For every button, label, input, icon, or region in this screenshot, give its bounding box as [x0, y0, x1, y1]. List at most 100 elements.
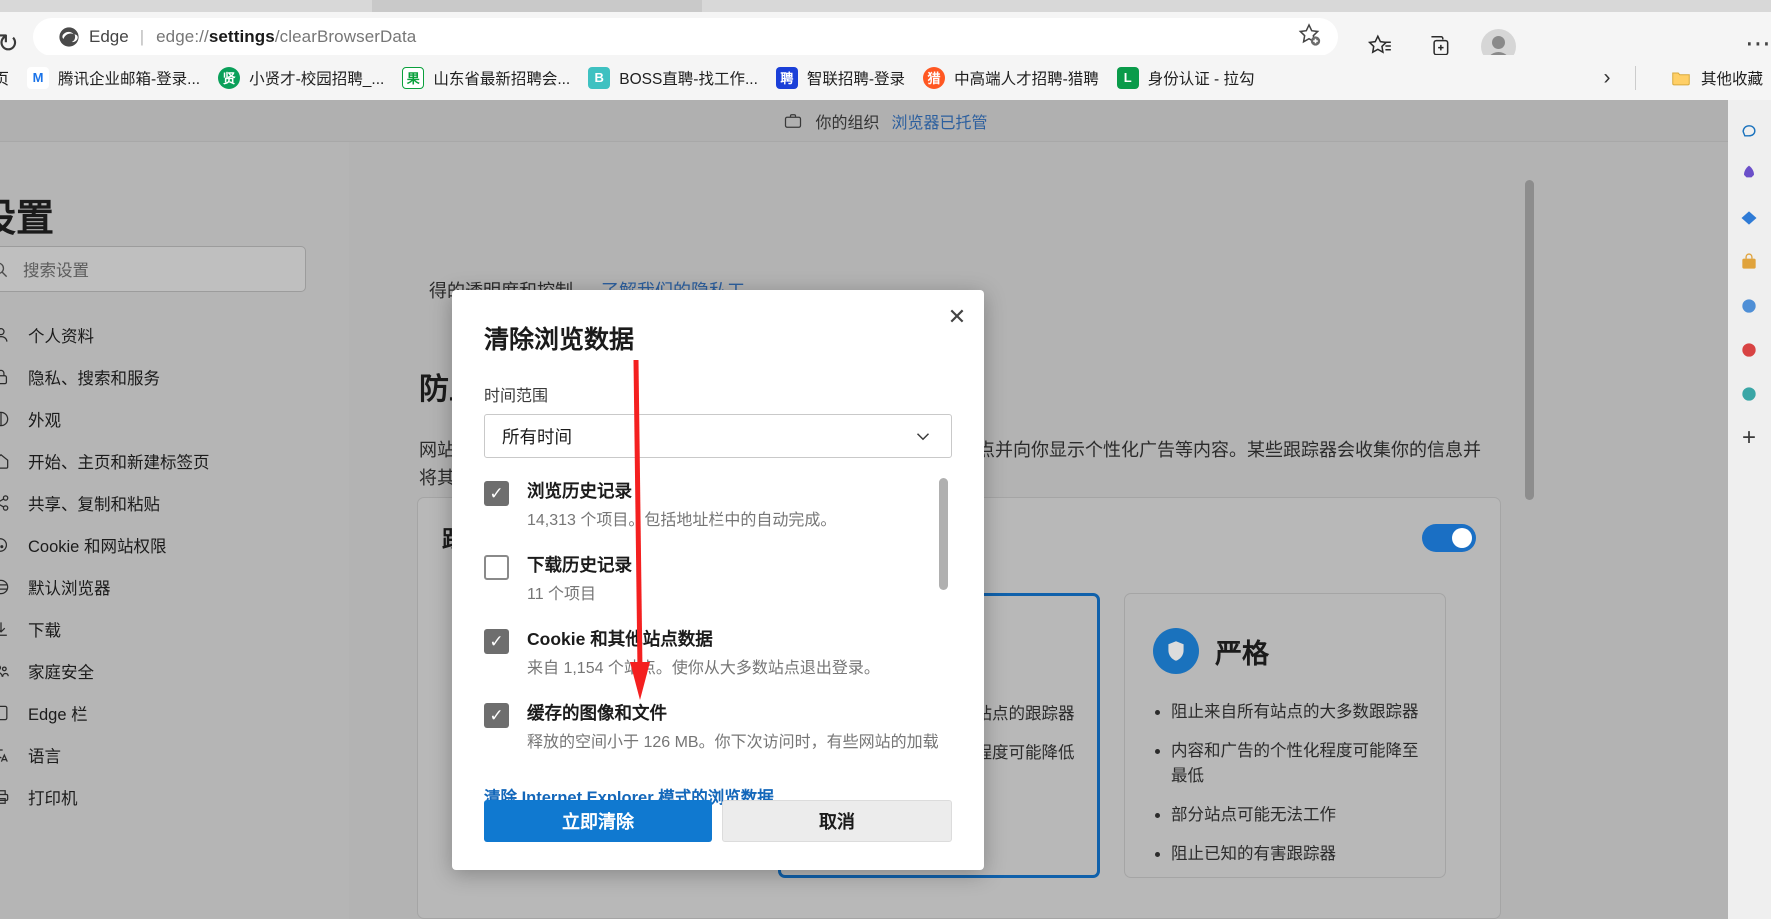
bookmark-label: 山东省最新招聘会...: [433, 70, 571, 88]
games-icon[interactable]: [1735, 204, 1763, 232]
level-bullet: 部分站点可能无法工作: [1171, 803, 1425, 828]
sidebar-item-privacy-search-services[interactable]: 隐私、搜索和服务: [0, 356, 316, 398]
edgebar-icon: [0, 702, 12, 724]
bookmark-favicon: L: [1116, 66, 1139, 89]
bookmark-label: 智联招聘-登录: [806, 70, 906, 88]
sidebar-item-profile[interactable]: 个人资料: [0, 314, 316, 356]
bookmark-label: 中高端人才招聘-猎聘: [954, 70, 1099, 88]
bookmark-favicon: B: [588, 66, 611, 89]
sidebar-item-printers[interactable]: 打印机: [0, 776, 316, 818]
share-icon: [0, 492, 12, 514]
sidebar-item-edge-bar[interactable]: Edge 栏: [0, 692, 316, 734]
language-icon: [0, 744, 12, 766]
checkbox-download-history[interactable]: [484, 555, 509, 580]
omnibox-separator: |: [139, 27, 145, 46]
sidebar-item-label: 默认浏览器: [28, 580, 111, 598]
close-icon[interactable]: ✕: [940, 300, 974, 334]
time-range-select[interactable]: 所有时间: [484, 414, 952, 458]
sidebar-item-label: 打印机: [28, 790, 78, 808]
bookmarks-divider: [1635, 66, 1636, 90]
address-bar[interactable]: Edge | edge://settings/clearBrowserData: [33, 18, 1338, 56]
chevron-down-icon: [916, 433, 930, 441]
clear-now-button[interactable]: 立即清除: [484, 800, 712, 842]
settings-rail-icon[interactable]: [1735, 380, 1763, 408]
sidebar-item-cookies-permissions[interactable]: Cookie 和网站权限: [0, 524, 316, 566]
level-bullet: 内容和广告的个性化程度可能降至最低: [1171, 739, 1425, 789]
dialog-title: 清除浏览数据: [484, 326, 635, 354]
sidebar-item-share-copy-paste[interactable]: 共享、复制和粘贴: [0, 482, 316, 524]
checkbox-row-browsing-history[interactable]: ✓ 浏览历史记录 14,313 个项目。包括地址栏中的自动完成。: [484, 478, 952, 530]
checkbox-title: 下载历史记录: [527, 555, 632, 575]
level-name: 严格: [1215, 638, 1269, 669]
checkbox-browsing-history[interactable]: ✓: [484, 481, 509, 506]
sidebar-item-start-home-newtab[interactable]: 开始、主页和新建标签页: [0, 440, 316, 482]
sidebar-item-label: Edge 栏: [28, 706, 88, 724]
search-settings-input[interactable]: 搜索设置: [0, 246, 306, 292]
checkbox-row-cached-images[interactable]: ✓ 缓存的图像和文件 释放的空间小于 126 MB。你下次访问时，有些网站的加载: [484, 700, 952, 752]
appearance-icon: [0, 408, 12, 430]
checkbox-row-download-history[interactable]: 下载历史记录 11 个项目: [484, 552, 952, 604]
clear-browsing-data-dialog: ✕ 清除浏览数据 时间范围 所有时间 ✓ 浏览历史记录 14,313 个项目。包…: [452, 290, 984, 870]
time-range-value: 所有时间: [502, 426, 572, 447]
rocket-icon[interactable]: [1735, 160, 1763, 188]
bookmark-label: 小贤才-校园招聘_...: [249, 70, 385, 88]
bookmark-item-liepin[interactable]: 猎 中高端人才招聘-猎聘: [914, 61, 1108, 95]
checkbox-subtitle: 14,313 个项目。包括地址栏中的自动完成。: [527, 512, 837, 529]
tracking-prevention-toggle[interactable]: [1422, 524, 1476, 552]
tools-icon[interactable]: [1735, 292, 1763, 320]
checkbox-subtitle: 来自 1,154 个站点。使你从大多数站点退出登录。: [527, 660, 880, 677]
bookmark-folder-other[interactable]: 其他收藏: [1662, 61, 1771, 95]
tracking-level-strict[interactable]: 严格 阻止来自所有站点的大多数跟踪器 内容和广告的个性化程度可能降至最低 部分站…: [1124, 593, 1446, 878]
bookmark-item-tencent-mail[interactable]: M 腾讯企业邮箱-登录...: [18, 61, 209, 95]
checkbox-title: Cookie 和其他站点数据: [527, 629, 713, 649]
checkbox-cached-images-files[interactable]: ✓: [484, 703, 509, 728]
settings-nav: 个人资料 隐私、搜索和服务 外观 开始、主页和新建标签页 共享、复制和粘贴 Co…: [0, 314, 316, 818]
shield-icon: [1153, 628, 1199, 674]
settings-sidebar: 设置 搜索设置 个人资料 隐私、搜索和服务: [0, 142, 349, 919]
checkbox-subtitle: 释放的空间小于 126 MB。你下次访问时，有些网站的加载: [527, 734, 939, 751]
add-icon[interactable]: +: [1735, 424, 1763, 452]
more-settings-ellipsis-icon[interactable]: ⋯: [1745, 30, 1771, 56]
sidebar-item-downloads[interactable]: 下载: [0, 608, 316, 650]
bookmark-favicon: 聘: [775, 66, 798, 89]
search-icon: [0, 262, 8, 277]
bookmarks-overflow-chevron-icon[interactable]: ›: [1593, 64, 1621, 92]
bookmark-item-partial[interactable]: 签页: [0, 61, 18, 95]
browser-icon: [0, 576, 12, 598]
family-icon: [0, 660, 12, 682]
checkbox-cookies-site-data[interactable]: ✓: [484, 629, 509, 654]
sidebar-item-family-safety[interactable]: 家庭安全: [0, 650, 316, 692]
sidebar-item-label: 个人资料: [28, 328, 94, 346]
sidebar-item-label: 语言: [28, 748, 61, 766]
sidebar-item-languages[interactable]: 语言: [0, 734, 316, 776]
bookmark-label: 身份认证 - 拉勾: [1147, 70, 1255, 88]
active-tab[interactable]: [372, 0, 702, 12]
briefcase-icon: [785, 113, 802, 128]
bookmark-favicon: 果: [402, 66, 425, 89]
star-plus-icon[interactable]: [1296, 22, 1322, 53]
org-banner-link[interactable]: 浏览器已托管: [892, 109, 988, 133]
settings-page: 你的组织浏览器已托管 设置 搜索设置 个人资料 隐私、搜索和服务: [0, 100, 1771, 919]
edge-brand-badge: Edge: [58, 26, 129, 48]
bookmark-favicon: M: [27, 66, 50, 89]
bookmark-item-shandong-jobs[interactable]: 果 山东省最新招聘会...: [393, 61, 579, 95]
copilot-icon[interactable]: [1735, 116, 1763, 144]
bookmark-favicon: 贤: [218, 66, 241, 89]
shopping-icon[interactable]: [1735, 248, 1763, 276]
bookmark-item-xiaoxiancai[interactable]: 贤 小贤才-校园招聘_...: [209, 61, 393, 95]
bookmark-item-boss-zhipin[interactable]: B BOSS直聘-找工作...: [579, 61, 767, 95]
bookmark-item-lagou[interactable]: L 身份认证 - 拉勾: [1108, 61, 1264, 95]
search-rail-icon[interactable]: [1735, 336, 1763, 364]
organization-managed-banner: 你的组织 浏览器已托管: [0, 100, 1771, 142]
sidebar-item-default-browser[interactable]: 默认浏览器: [0, 566, 316, 608]
dialog-scrollbar-thumb[interactable]: [939, 478, 948, 590]
sidebar-item-appearance[interactable]: 外观: [0, 398, 316, 440]
bookmark-item-zhilian[interactable]: 聘 智联招聘-登录: [767, 61, 914, 95]
edge-logo-icon: [59, 27, 79, 47]
checkbox-row-cookies[interactable]: ✓ Cookie 和其他站点数据 来自 1,154 个站点。使你从大多数站点退出…: [484, 626, 952, 678]
page-scrollbar-thumb[interactable]: [1525, 180, 1534, 500]
home-icon: [0, 450, 12, 472]
bookmark-label: 腾讯企业邮箱-登录...: [58, 70, 201, 88]
cancel-button[interactable]: 取消: [722, 800, 952, 842]
checkbox-subtitle: 11 个项目: [527, 586, 597, 603]
